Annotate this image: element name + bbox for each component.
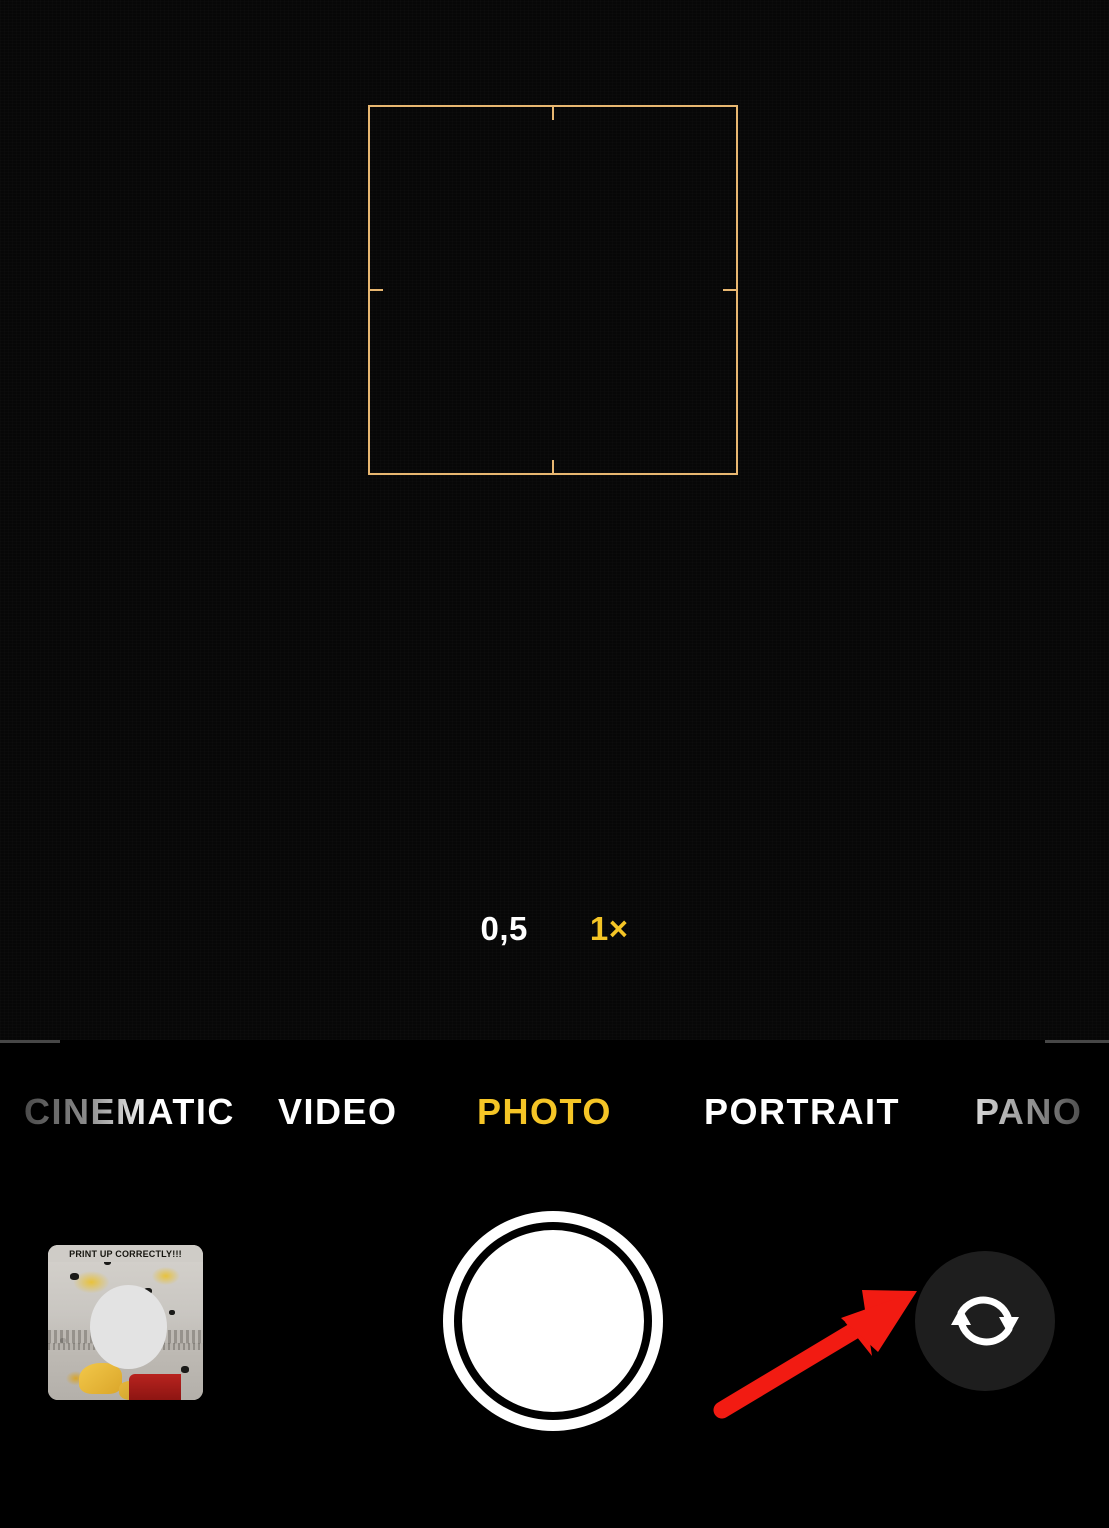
thumbnail-speck	[181, 1365, 190, 1373]
flip-camera-button[interactable]	[915, 1251, 1055, 1391]
focus-tick-top	[552, 106, 554, 120]
focus-tick-left	[369, 289, 383, 291]
thumbnail-caption-text: PRINT UP CORRECTLY!!!	[48, 1245, 203, 1262]
shutter-button[interactable]	[443, 1211, 663, 1431]
focus-tick-right	[723, 289, 737, 291]
mode-video[interactable]: VIDEO	[278, 1094, 398, 1130]
shutter-core	[462, 1230, 644, 1412]
thumbnail-redaction-blob	[89, 1285, 168, 1369]
zoom-control-group: 0,5 1×	[0, 912, 1109, 945]
mode-photo[interactable]: PHOTO	[477, 1094, 612, 1130]
thumbnail-speck	[69, 1272, 79, 1280]
mode-cinematic[interactable]: CINEMATIC	[24, 1094, 235, 1130]
shutter-ring-gap	[454, 1222, 652, 1420]
capture-mode-selector[interactable]: CINEMATIC VIDEO PHOTO PORTRAIT PANO	[0, 1081, 1109, 1143]
camera-controls-panel: CINEMATIC VIDEO PHOTO PORTRAIT PANO PRIN…	[0, 1043, 1109, 1528]
thumbnail-color-patch	[128, 1373, 182, 1400]
thumbnail-color-patch	[79, 1362, 123, 1394]
zoom-option-0-5x[interactable]: 0,5	[481, 912, 528, 945]
thumbnail-speck	[168, 1310, 175, 1316]
zoom-option-1x[interactable]: 1×	[590, 912, 629, 945]
mode-pano[interactable]: PANO	[975, 1094, 1082, 1130]
focus-tick-bottom	[552, 460, 554, 474]
gallery-thumbnail[interactable]: PRINT UP CORRECTLY!!!	[48, 1245, 203, 1400]
camera-flip-icon	[951, 1296, 1019, 1346]
autofocus-frame	[368, 105, 738, 475]
capture-bar: PRINT UP CORRECTLY!!!	[0, 1161, 1109, 1461]
camera-viewfinder[interactable]: 0,5 1×	[0, 0, 1109, 1040]
mode-portrait[interactable]: PORTRAIT	[704, 1094, 900, 1130]
thumbnail-image	[48, 1245, 203, 1400]
